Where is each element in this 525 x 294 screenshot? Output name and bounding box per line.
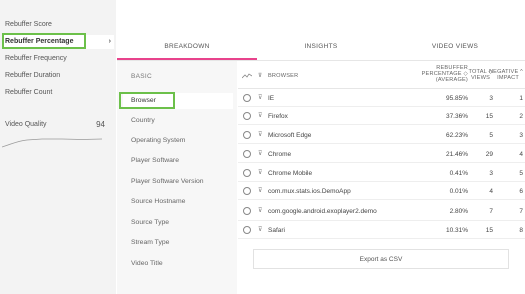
dimension-list: BASIC Browser Country Operating System P… xyxy=(117,61,237,294)
filter-icon[interactable]: ⊽ xyxy=(258,207,262,214)
breakdown-table: ⊽ BROWSER REBUFFER PERCENTAGE ◇ (AVERAGE… xyxy=(238,61,525,294)
dimension-item-player-software-version[interactable]: Player Software Version xyxy=(123,174,233,190)
row-total-views: 15 xyxy=(485,113,493,120)
row-total-views: 4 xyxy=(489,188,493,195)
sidebar-item-rebuffer-frequency[interactable]: Rebuffer Frequency xyxy=(2,52,114,66)
sparkline-column-icon[interactable] xyxy=(242,73,252,79)
row-negative-impact: 7 xyxy=(519,208,523,215)
row-browser-name: Microsoft Edge xyxy=(268,132,312,139)
row-negative-impact: 5 xyxy=(519,170,523,177)
row-total-views: 15 xyxy=(485,227,493,234)
dimension-item-stream-type[interactable]: Stream Type xyxy=(123,235,233,251)
table-row[interactable]: ⊽ Firefox 37.36% 15 2 xyxy=(238,108,525,125)
row-browser-name: IE xyxy=(268,95,275,102)
row-negative-impact: 4 xyxy=(519,151,523,158)
metric-sidebar: Rebuffer Score Rebuffer Percentage › Reb… xyxy=(0,0,116,294)
row-select-radio[interactable] xyxy=(243,112,251,120)
dimension-item-source-type[interactable]: Source Type xyxy=(123,215,233,231)
row-negative-impact: 1 xyxy=(519,95,523,102)
tab-insights[interactable]: INSIGHTS xyxy=(257,34,385,60)
row-rebuffer-percentage: 10.31% xyxy=(445,227,468,234)
sidebar-item-rebuffer-duration[interactable]: Rebuffer Duration xyxy=(2,69,114,83)
column-header-total-views-line2[interactable]: VIEWS xyxy=(471,75,490,81)
sidebar-item-label: Rebuffer Score xyxy=(5,21,52,28)
row-rebuffer-percentage: 2.80% xyxy=(449,208,468,215)
filter-icon[interactable]: ⊽ xyxy=(258,94,262,101)
filter-icon[interactable]: ⊽ xyxy=(258,169,262,176)
video-quality-sparkline xyxy=(2,138,102,148)
row-total-views: 5 xyxy=(489,132,493,139)
table-row[interactable]: ⊽ com.google.android.exoplayer2.demo 2.8… xyxy=(238,202,525,221)
row-rebuffer-percentage: 0.01% xyxy=(449,188,468,195)
row-total-views: 7 xyxy=(489,208,493,215)
video-quality-label: Video Quality xyxy=(5,121,47,128)
column-header-browser[interactable]: BROWSER xyxy=(268,73,298,79)
row-rebuffer-percentage: 37.36% xyxy=(445,113,468,120)
sidebar-item-label: Rebuffer Frequency xyxy=(5,55,67,62)
row-negative-impact: 6 xyxy=(519,188,523,195)
row-total-views: 3 xyxy=(489,95,493,102)
filter-column-icon[interactable]: ⊽ xyxy=(258,73,262,79)
dimension-item-country[interactable]: Country xyxy=(123,113,233,129)
row-browser-name: Chrome Mobile xyxy=(268,170,313,177)
tab-bar: BREAKDOWN INSIGHTS VIDEO VIEWS xyxy=(117,34,525,60)
row-browser-name: com.google.android.exoplayer2.demo xyxy=(268,208,377,215)
row-select-radio[interactable] xyxy=(243,207,251,215)
row-negative-impact: 3 xyxy=(519,132,523,139)
row-total-views: 3 xyxy=(489,170,493,177)
row-rebuffer-percentage: 0.41% xyxy=(449,170,468,177)
row-rebuffer-percentage: 62.23% xyxy=(445,132,468,139)
chevron-right-icon: › xyxy=(108,38,111,45)
row-select-radio[interactable] xyxy=(243,226,251,234)
column-header-rebuffer-percentage-line3[interactable]: (AVERAGE) xyxy=(436,77,468,83)
row-rebuffer-percentage: 21.46% xyxy=(445,151,468,158)
filter-icon[interactable]: ⊽ xyxy=(258,187,262,194)
row-total-views: 29 xyxy=(485,151,493,158)
tab-video-views[interactable]: VIDEO VIEWS xyxy=(385,34,525,60)
table-row[interactable]: ⊽ Microsoft Edge 62.23% 5 3 xyxy=(238,127,525,144)
filter-icon[interactable]: ⊽ xyxy=(258,150,262,157)
column-header-negative-impact-line2[interactable]: IMPACT xyxy=(497,75,519,81)
dimension-item-browser[interactable]: Browser xyxy=(123,93,233,109)
table-row[interactable]: ⊽ Chrome Mobile 0.41% 3 5 xyxy=(238,165,525,182)
row-negative-impact: 8 xyxy=(519,227,523,234)
row-browser-name: com.mux.stats.ios.DemoApp xyxy=(268,188,351,195)
sidebar-item-label: Rebuffer Count xyxy=(5,89,53,96)
table-row[interactable]: ⊽ IE 95.85% 3 1 xyxy=(238,90,525,107)
sidebar-item-label: Rebuffer Duration xyxy=(5,72,61,79)
table-row[interactable]: ⊽ Chrome 21.46% 29 4 xyxy=(238,146,525,163)
dimension-group-header: BASIC xyxy=(131,73,153,80)
filter-icon[interactable]: ⊽ xyxy=(258,131,262,138)
dimension-item-video-title[interactable]: Video Title xyxy=(123,256,233,272)
dimension-item-operating-system[interactable]: Operating System xyxy=(123,133,233,149)
row-select-radio[interactable] xyxy=(243,187,251,195)
filter-icon[interactable]: ⊽ xyxy=(258,226,262,233)
table-row[interactable]: ⊽ com.mux.stats.ios.DemoApp 0.01% 4 6 xyxy=(238,183,525,200)
row-browser-name: Firefox xyxy=(268,113,288,120)
row-select-radio[interactable] xyxy=(243,150,251,158)
video-quality-summary[interactable]: Video Quality 94 xyxy=(5,120,105,129)
row-select-radio[interactable] xyxy=(243,94,251,102)
sidebar-item-rebuffer-percentage[interactable]: Rebuffer Percentage › xyxy=(2,35,114,49)
export-csv-button[interactable]: Export as CSV xyxy=(253,249,509,269)
row-browser-name: Safari xyxy=(268,227,285,234)
row-rebuffer-percentage: 95.85% xyxy=(445,95,468,102)
filter-icon[interactable]: ⊽ xyxy=(258,112,262,119)
sidebar-item-rebuffer-count[interactable]: Rebuffer Count xyxy=(2,86,114,100)
row-select-radio[interactable] xyxy=(243,131,251,139)
table-row[interactable]: ⊽ Safari 10.31% 15 8 xyxy=(238,222,525,239)
sidebar-item-label: Rebuffer Percentage xyxy=(5,38,74,45)
sidebar-item-rebuffer-score[interactable]: Rebuffer Score xyxy=(2,18,114,32)
row-select-radio[interactable] xyxy=(243,169,251,177)
tab-breakdown[interactable]: BREAKDOWN xyxy=(117,34,257,60)
dimension-item-player-software[interactable]: Player Software xyxy=(123,153,233,169)
row-negative-impact: 2 xyxy=(519,113,523,120)
dimension-item-source-hostname[interactable]: Source Hostname xyxy=(123,194,233,210)
table-header: ⊽ BROWSER REBUFFER PERCENTAGE ◇ (AVERAGE… xyxy=(238,61,525,89)
row-browser-name: Chrome xyxy=(268,151,292,158)
video-quality-score: 94 xyxy=(96,120,105,129)
